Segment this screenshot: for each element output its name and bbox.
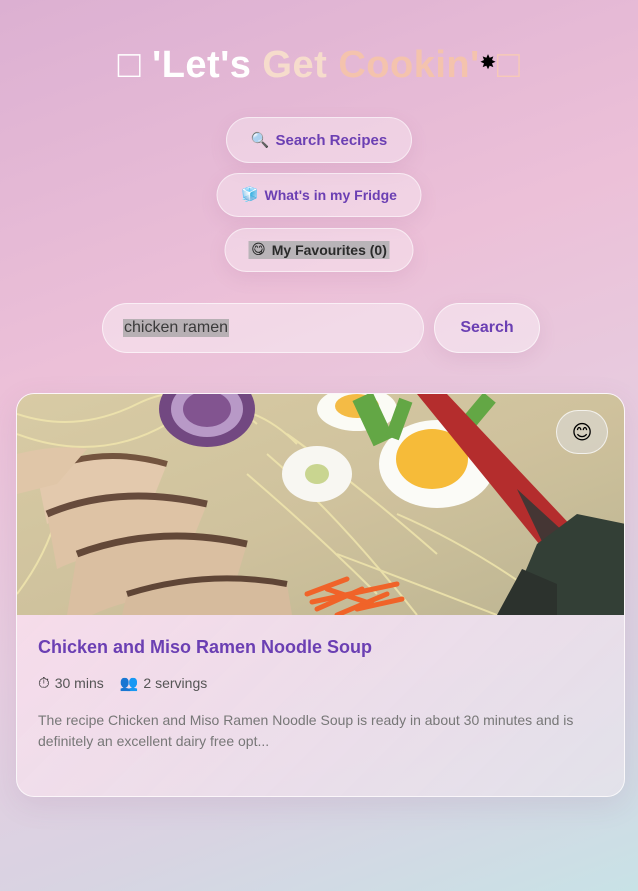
- recipe-title[interactable]: Chicken and Miso Ramen Noodle Soup: [38, 637, 608, 658]
- recipe-time: ⏱ 30 mins: [38, 674, 104, 692]
- recipe-servings-value: 2 servings: [143, 675, 208, 691]
- recipe-description: The recipe Chicken and Miso Ramen Noodle…: [38, 712, 574, 749]
- title-word-get: Get: [262, 44, 339, 86]
- recipe-meta: ⏱ 30 mins 👥 2 servings: [38, 674, 608, 692]
- recipe-image: [17, 394, 624, 615]
- search-recipes-label: Search Recipes: [275, 131, 388, 149]
- favourite-toggle-button[interactable]: 😊: [556, 410, 608, 454]
- favourites-label: My Favourites (0): [271, 242, 387, 258]
- favourites-content: 😋 My Favourites (0): [248, 241, 390, 259]
- magnifier-icon: 🔍: [250, 131, 270, 149]
- search-bar: chicken ramen Search: [102, 303, 540, 353]
- search-input-value: chicken ramen: [123, 319, 230, 337]
- title-word-cookin: Cookin': [338, 44, 480, 86]
- recipe-servings: 👥 2 servings: [120, 674, 208, 692]
- ice-cube-icon: 🧊: [241, 187, 259, 203]
- search-button[interactable]: Search: [434, 303, 540, 353]
- stopwatch-icon: ⏱: [38, 674, 50, 692]
- title-glyph-right: □: [496, 44, 521, 86]
- recipe-time-value: 30 mins: [54, 675, 104, 691]
- title-glyph-left: □: [117, 44, 142, 86]
- title-word-lets: 'Let's: [141, 44, 263, 86]
- yum-face-icon: 😋: [251, 242, 266, 258]
- recipe-card-body: Chicken and Miso Ramen Noodle Soup ⏱ 30 …: [38, 637, 608, 752]
- people-icon: 👥: [119, 674, 139, 692]
- fridge-button[interactable]: 🧊 What's in my Fridge: [216, 173, 422, 217]
- sparkle-icon: ✸: [479, 52, 497, 74]
- page-title: □ 'Let's Get Cookin'✸□: [0, 44, 638, 87]
- search-input[interactable]: chicken ramen: [102, 303, 424, 353]
- fridge-label: What's in my Fridge: [264, 187, 397, 203]
- recipe-card[interactable]: 😊 Chicken and Miso Ramen Noodle Soup ⏱ 3…: [16, 393, 625, 797]
- search-recipes-button[interactable]: 🔍 Search Recipes: [226, 117, 412, 163]
- favourites-button[interactable]: 😋 My Favourites (0): [224, 228, 414, 272]
